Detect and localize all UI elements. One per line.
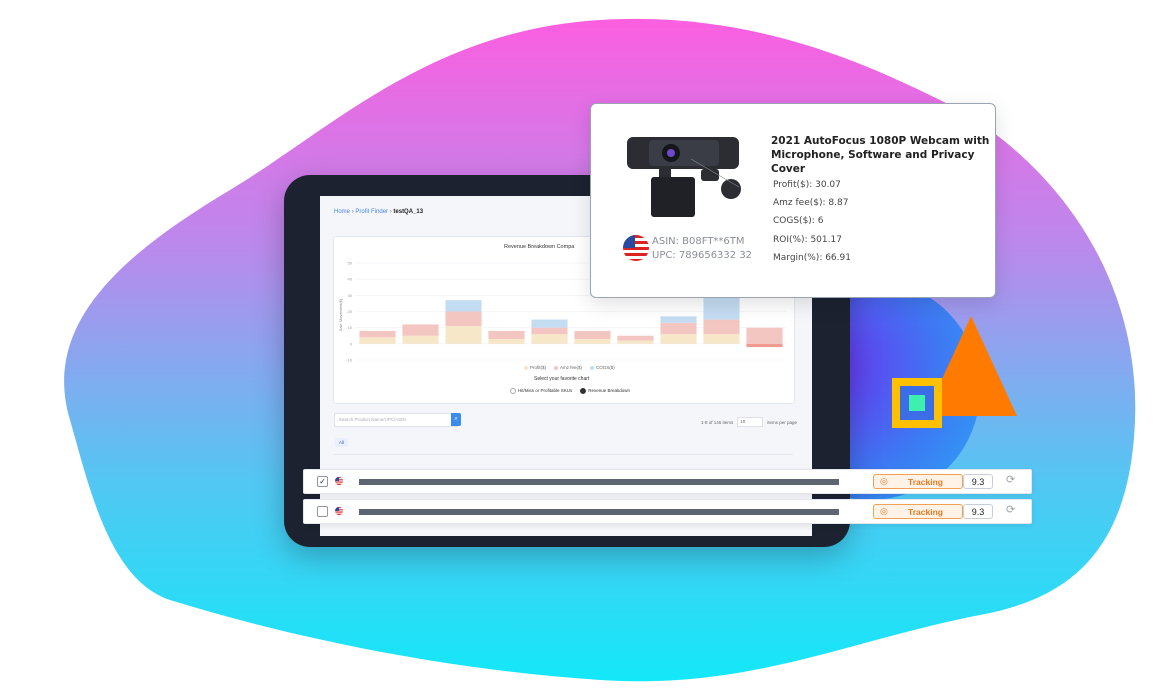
product-title-redacted	[359, 479, 839, 485]
search-input[interactable]: Search Product Name/UPC/ASIN	[334, 413, 458, 427]
table-row[interactable]: ◎ Tracking 9.3 ⟳	[303, 499, 1032, 524]
table-row[interactable]: ✓ ◎ Tracking 9.3 ⟳	[303, 469, 1032, 494]
decorative-square-core	[909, 395, 925, 411]
chart-bar[interactable]	[359, 330, 396, 338]
metric-profit: Profit($): 30.07	[773, 180, 841, 190]
filter-tag-all[interactable]: All	[335, 438, 349, 447]
upc-text: UPC: 789656332 32	[652, 250, 753, 261]
tracking-label: Tracking	[908, 507, 943, 517]
chart-bar[interactable]	[531, 319, 568, 328]
metric-cogs: COGS($): 6	[773, 216, 824, 226]
search-button[interactable]: ⌕	[451, 413, 461, 426]
chart-bar[interactable]	[703, 319, 740, 335]
row-checkbox[interactable]: ✓	[317, 476, 328, 487]
chart-bar[interactable]	[660, 316, 697, 323]
tracking-button[interactable]: ◎ Tracking	[873, 504, 963, 519]
breadcrumb: Home › Profit Finder › testQA_13	[334, 209, 423, 215]
asin-text: ASIN: B08FT**6TM	[652, 236, 745, 247]
pager-text: 1-8 of 146 items	[701, 419, 734, 425]
pagination: 1-8 of 146 items 10 items per page	[701, 417, 797, 427]
chart-bar[interactable]	[574, 330, 611, 339]
chart-bar[interactable]	[746, 343, 783, 348]
y-tick-label: 10	[348, 325, 353, 330]
product-title: 2021 AutoFocus 1080P Webcam with Microph…	[771, 135, 990, 175]
metric-amz-fee: Amz fee($): 8.87	[773, 198, 849, 208]
breadcrumb-home[interactable]: Home	[334, 209, 350, 215]
chart-bar[interactable]	[445, 311, 482, 327]
y-tick-label: -10	[346, 358, 353, 363]
breadcrumb-separator: ›	[389, 209, 392, 215]
legend-cogs[interactable]: COGS($)	[590, 365, 615, 370]
y-tick-label: 40	[348, 277, 353, 282]
y-tick-label: 30	[348, 293, 353, 298]
chart-bar[interactable]	[402, 324, 439, 336]
radio-hit-miss[interactable]: Hit/Miss or Profitable SKUs	[510, 388, 572, 394]
chart-bar[interactable]	[617, 335, 654, 341]
chart-bar[interactable]	[488, 330, 525, 339]
y-tick-label: 0	[350, 341, 353, 346]
chart-bar[interactable]	[617, 340, 654, 344]
us-flag-icon	[335, 477, 343, 485]
chart-bar[interactable]	[531, 327, 568, 335]
chart-bar[interactable]	[660, 322, 697, 335]
y-tick-label: 50	[348, 261, 353, 266]
chart-bar[interactable]	[746, 327, 783, 344]
chart-bar[interactable]	[660, 334, 697, 344]
chart-bar[interactable]	[359, 337, 396, 344]
chart-type-radios: Hit/Miss or Profitable SKUs Revenue Brea…	[510, 388, 630, 394]
breadcrumb-current: testQA_13	[393, 209, 424, 215]
us-flag-icon	[335, 507, 343, 515]
chart-bar[interactable]	[402, 335, 439, 344]
product-detail-card: ASIN: B08FT**6TM UPC: 789656332 32 2021 …	[590, 103, 996, 298]
us-flag-icon	[623, 235, 649, 261]
legend-profit[interactable]: Profit($)	[524, 365, 546, 370]
y-tick-label: 20	[348, 309, 353, 314]
score-badge: 9.3	[963, 504, 993, 519]
y-axis-label: Sale Movement($)	[338, 298, 343, 331]
chart-select-title: Select your favorite chart	[534, 376, 590, 382]
chart-bar[interactable]	[445, 300, 482, 312]
chart-bar[interactable]	[703, 334, 740, 344]
product-title-redacted	[359, 509, 839, 515]
breadcrumb-separator: ›	[351, 209, 354, 215]
search-icon: ⌕	[454, 416, 458, 422]
refresh-icon[interactable]: ⟳	[1006, 503, 1015, 516]
fingerprint-icon: ◎	[880, 506, 888, 516]
radio-revenue-breakdown[interactable]: Revenue Breakdown	[580, 388, 630, 394]
breadcrumb-profit-finder[interactable]: Profit Finder	[355, 209, 388, 215]
fingerprint-icon: ◎	[880, 476, 888, 486]
row-checkbox[interactable]	[317, 506, 328, 517]
chart-legend: Profit($) Amz fee($) COGS($)	[524, 365, 615, 370]
chart-bar[interactable]	[445, 326, 482, 344]
webcam-product-image	[627, 137, 741, 217]
metric-margin: Margin(%): 66.91	[773, 253, 851, 263]
per-page-select[interactable]: 10	[737, 417, 764, 427]
chart-bar[interactable]	[531, 334, 568, 344]
tracking-button[interactable]: ◎ Tracking	[873, 474, 963, 489]
chart-title: Revenue Breakdown Compa	[504, 244, 575, 250]
score-badge: 9.3	[963, 474, 993, 489]
per-page-label: items per page	[767, 419, 798, 425]
product-ids: ASIN: B08FT**6TM UPC: 789656332 32	[652, 235, 752, 263]
tracking-label: Tracking	[908, 477, 943, 487]
metric-roi: ROI(%): 501.17	[773, 235, 842, 245]
chart-bar[interactable]	[488, 338, 525, 344]
divider	[333, 454, 793, 455]
chart-bar[interactable]	[574, 338, 611, 344]
legend-amz-fee[interactable]: Amz fee($)	[554, 365, 582, 370]
refresh-icon[interactable]: ⟳	[1006, 473, 1015, 486]
